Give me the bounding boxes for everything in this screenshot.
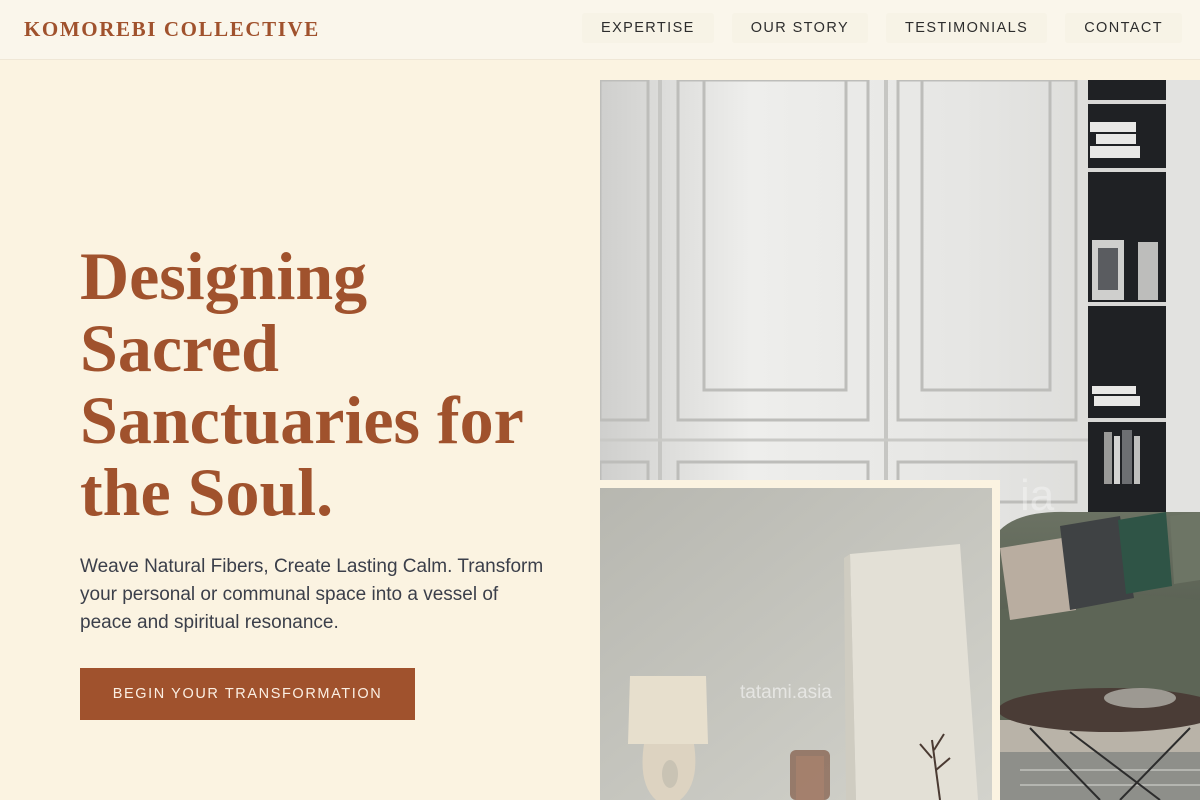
watermark-tatami: tatami.asia <box>740 682 832 703</box>
nav-item-testimonials[interactable]: TESTIMONIALS <box>886 13 1048 43</box>
nav-item-contact[interactable]: CONTACT <box>1065 13 1182 43</box>
interior-detail-image: tatami.asia <box>600 480 1000 800</box>
site-header: KOMOREBI COLLECTIVE EXPERTISE OUR STORY … <box>0 0 1200 60</box>
watermark-text: ia <box>1020 471 1055 520</box>
hero-title: Designing Sacred Sanctuaries for the Sou… <box>80 238 523 530</box>
nav-item-expertise[interactable]: EXPERTISE <box>582 13 714 43</box>
brand-logo[interactable]: KOMOREBI COLLECTIVE <box>24 17 320 42</box>
main-nav: EXPERTISE OUR STORY TESTIMONIALS CONTACT <box>582 13 1182 43</box>
begin-transformation-button[interactable]: BEGIN YOUR TRANSFORMATION <box>80 668 415 720</box>
hero-subtitle: Weave Natural Fibers, Create Lasting Cal… <box>80 556 544 633</box>
nav-item-our-story[interactable]: OUR STORY <box>731 13 869 43</box>
